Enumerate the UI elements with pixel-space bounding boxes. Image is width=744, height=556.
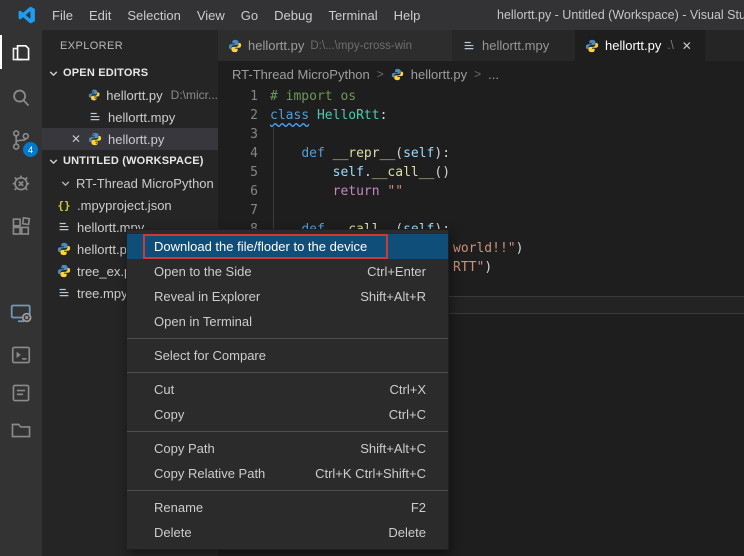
menubar-edit[interactable]: Edit	[81, 0, 119, 30]
mpy-file-icon	[57, 286, 71, 300]
menu-separator	[127, 372, 448, 373]
tab-hellortt-mpy[interactable]: hellortt.mpy	[452, 30, 575, 61]
chevron-down-icon	[48, 68, 59, 79]
close-icon[interactable]: ✕	[70, 132, 82, 146]
folder-icon[interactable]	[0, 413, 42, 447]
output-icon[interactable]	[0, 376, 42, 410]
scm-badge: 4	[23, 142, 38, 157]
tree-file-mpyproject-json[interactable]: {} .mpyproject.json	[42, 194, 218, 216]
open-editor-item[interactable]: hellortt.mpy	[42, 106, 218, 128]
title-bar: File Edit Selection View Go Debug Termin…	[0, 0, 744, 30]
indent-guide	[273, 127, 274, 239]
code-line: 1# import os	[218, 87, 744, 106]
chevron-right-icon: >	[377, 67, 384, 81]
python-icon	[88, 88, 100, 102]
python-icon	[57, 242, 71, 256]
search-icon[interactable]	[0, 81, 42, 115]
python-icon	[57, 264, 71, 278]
breadcrumb-folder[interactable]: RT-Thread MicroPython	[232, 67, 370, 82]
menu-item-download-to-device[interactable]: Download the file/floder to the device	[127, 234, 448, 259]
extensions-icon[interactable]	[0, 210, 42, 244]
debug-icon[interactable]	[0, 166, 42, 200]
python-icon	[585, 39, 599, 53]
menu-item-open-in-terminal[interactable]: Open in Terminal	[127, 309, 448, 334]
code-line: 5 self.__call__()	[218, 163, 744, 182]
open-editor-item[interactable]: hellortt.py D:\micr...	[42, 84, 218, 106]
explorer-icon[interactable]	[0, 35, 42, 69]
menu-item-open-to-side[interactable]: Open to the Side Ctrl+Enter	[127, 259, 448, 284]
python-icon	[228, 39, 242, 53]
python-icon	[88, 132, 102, 146]
code-line: 3	[218, 125, 744, 144]
menu-separator	[127, 490, 448, 491]
menubar-view[interactable]: View	[189, 0, 233, 30]
tree-folder-rt-thread-micropython[interactable]: RT-Thread MicroPython	[42, 172, 218, 194]
menubar-help[interactable]: Help	[386, 0, 429, 30]
mpy-file-icon	[462, 39, 476, 53]
chevron-right-icon: >	[474, 67, 481, 81]
menubar-debug[interactable]: Debug	[266, 0, 320, 30]
menu-separator	[127, 338, 448, 339]
menu-item-select-for-compare[interactable]: Select for Compare	[127, 343, 448, 368]
menu-item-copy-relative-path[interactable]: Copy Relative Path Ctrl+K Ctrl+Shift+C	[127, 461, 448, 486]
code-line: 4 def __repr__(self):	[218, 144, 744, 163]
activity-bar: 4	[0, 30, 42, 556]
chevron-down-icon	[48, 156, 59, 167]
mpy-file-icon	[88, 110, 102, 124]
terminal-icon[interactable]	[0, 338, 42, 372]
tab-bar: hellortt.py D:\...\mpy-cross-win hellort…	[218, 30, 744, 61]
tab-hellortt-py-remote[interactable]: hellortt.py D:\...\mpy-cross-win	[218, 30, 452, 61]
breadcrumb: RT-Thread MicroPython > hellortt.py > ..…	[218, 61, 744, 87]
menu-separator	[127, 431, 448, 432]
menu-item-rename[interactable]: Rename F2	[127, 495, 448, 520]
context-menu: Download the file/floder to the device O…	[126, 229, 449, 550]
menubar-go[interactable]: Go	[233, 0, 266, 30]
breadcrumb-file[interactable]: hellortt.py	[411, 67, 467, 82]
open-editor-item-active[interactable]: ✕ hellortt.py	[42, 128, 218, 150]
open-editors-header[interactable]: OPEN EDITORS	[42, 62, 218, 84]
file-path-hint: D:\micr...	[171, 88, 218, 102]
menu-item-copy[interactable]: Copy Ctrl+C	[127, 402, 448, 427]
chevron-down-icon	[60, 178, 71, 189]
vscode-window: File Edit Selection View Go Debug Termin…	[0, 0, 744, 556]
sidebar-title: EXPLORER	[42, 30, 218, 62]
menubar-terminal[interactable]: Terminal	[320, 0, 385, 30]
workspace-header[interactable]: UNTITLED (WORKSPACE)	[42, 150, 218, 172]
micropython-device-icon[interactable]	[0, 296, 42, 330]
mpy-file-icon	[57, 220, 71, 234]
menu-item-cut[interactable]: Cut Ctrl+X	[127, 377, 448, 402]
vscode-logo-icon	[18, 6, 36, 24]
python-icon	[391, 68, 404, 81]
menu-item-delete[interactable]: Delete Delete	[127, 520, 448, 545]
menubar-selection[interactable]: Selection	[119, 0, 188, 30]
tab-hellortt-py-active[interactable]: hellortt.py .\ ✕	[575, 30, 705, 61]
source-control-icon[interactable]: 4	[0, 123, 42, 157]
menubar-file[interactable]: File	[44, 0, 81, 30]
code-line: 6 return ""	[218, 182, 744, 201]
window-title: hellortt.py - Untitled (Workspace) - Vis…	[497, 0, 744, 30]
menu-item-reveal-in-explorer[interactable]: Reveal in Explorer Shift+Alt+R	[127, 284, 448, 309]
code-line: 2class HelloRtt:	[218, 106, 744, 125]
json-icon: {}	[57, 199, 71, 212]
code-line: 7	[218, 201, 744, 220]
close-icon[interactable]: ✕	[682, 39, 692, 53]
breadcrumb-symbol[interactable]: ...	[488, 67, 499, 82]
menu-item-copy-path[interactable]: Copy Path Shift+Alt+C	[127, 436, 448, 461]
